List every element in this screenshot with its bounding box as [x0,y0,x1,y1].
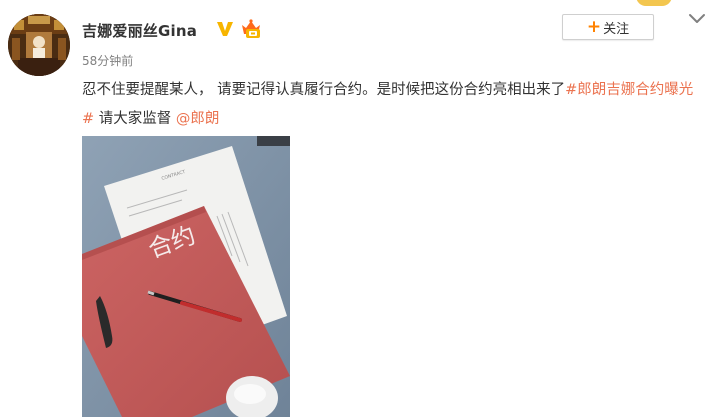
user-avatar[interactable] [8,14,70,76]
plus-icon: + [586,16,602,37]
post-body: 忍不住要提醒某人， 请要记得认真履行合约。是时候把这份合约亮相出来了#郎朗吉娜合… [82,76,702,134]
member-crown-icon[interactable] [240,19,262,39]
verified-v-icon [217,22,233,36]
corner-decoration [636,0,672,6]
post-text-main: 忍不住要提醒某人， 请要记得认真履行合约。是时候把这份合约亮相出来了 [82,82,566,98]
follow-label: 关注 [603,21,630,37]
mention-link[interactable]: @郎朗 [176,111,220,127]
post-image[interactable]: CONTRACT 合约 [82,136,290,417]
post-time[interactable]: 58分钟前 [82,52,133,69]
follow-button[interactable]: + 关注 [562,14,654,40]
chevron-down-icon[interactable] [688,12,706,26]
author-name[interactable]: 吉娜爱丽丝Gina [82,20,197,41]
post-text-middle: 请大家监督 [94,111,176,127]
